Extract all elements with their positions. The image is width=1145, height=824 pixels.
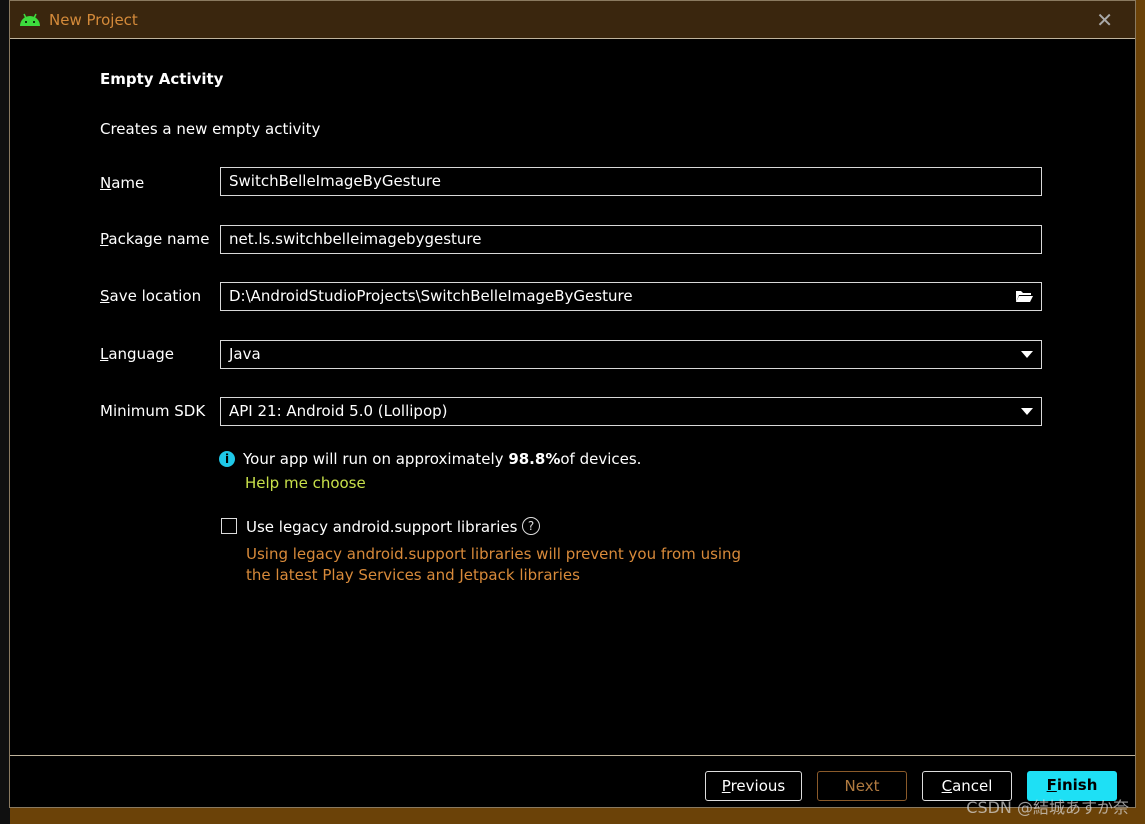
name-input[interactable]: SwitchBelleImageByGesture [220, 167, 1042, 196]
chevron-down-icon [1021, 351, 1033, 358]
android-icon [20, 13, 40, 26]
language-label: Language [100, 345, 175, 363]
page-description: Creates a new empty activity [100, 120, 321, 138]
save-location-label: Save location [100, 287, 202, 305]
divider [10, 755, 1135, 756]
package-name-label: Package name [100, 230, 210, 248]
chevron-down-icon [1021, 408, 1033, 415]
legacy-libraries-label[interactable]: Use legacy android.support libraries [246, 518, 517, 536]
package-name-input[interactable]: net.ls.switchbelleimagebygesture [220, 225, 1042, 254]
next-button[interactable]: Next [817, 771, 907, 801]
window-title: New Project [49, 10, 138, 29]
min-sdk-label: Minimum SDK [100, 402, 206, 420]
save-location-input[interactable]: D:\AndroidStudioProjects\SwitchBelleImag… [220, 282, 1042, 311]
legacy-warning: Using legacy android.support libraries w… [246, 545, 742, 584]
help-question-icon[interactable]: ? [522, 517, 540, 535]
help-me-choose-link[interactable]: Help me choose [245, 474, 366, 492]
watermark: CSDN @結城あすか奈 [966, 798, 1129, 817]
title-bar: New Project ✕ [10, 1, 1135, 39]
legacy-libraries-checkbox[interactable] [221, 518, 237, 534]
close-icon[interactable]: ✕ [1096, 8, 1113, 32]
folder-open-icon[interactable] [1015, 289, 1033, 303]
previous-button[interactable]: Previous [705, 771, 802, 801]
info-icon: i [219, 451, 235, 467]
name-label: Name [100, 174, 145, 192]
page-title: Empty Activity [100, 70, 224, 88]
language-select[interactable]: Java [220, 340, 1042, 369]
device-coverage-info: i Your app will run on approximately 98.… [219, 450, 641, 468]
min-sdk-select[interactable]: API 21: Android 5.0 (Lollipop) [220, 397, 1042, 426]
new-project-dialog: New Project ✕ Empty Activity Creates a n… [9, 0, 1136, 808]
